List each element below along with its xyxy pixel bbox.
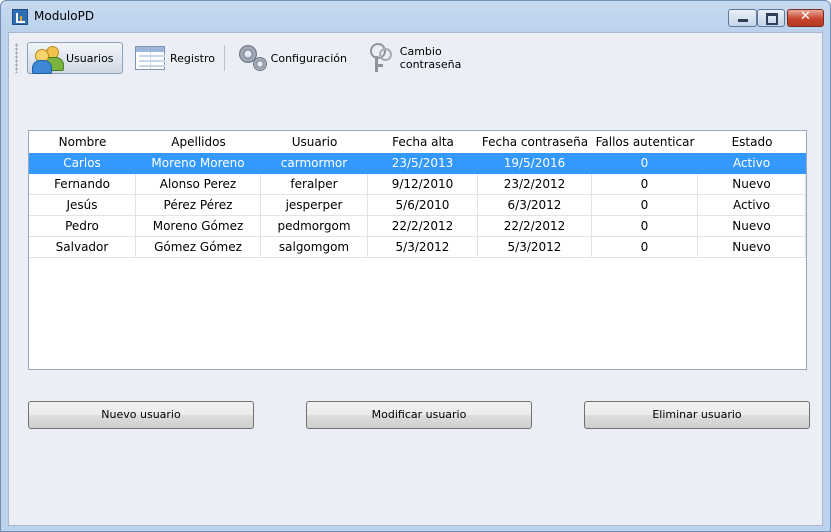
close-button[interactable]: ✕ (787, 9, 824, 27)
table-row[interactable]: Fernando Alonso Perez feralper 9/12/2010… (29, 174, 806, 195)
cell-apellidos: Gómez Gómez (136, 237, 261, 258)
toolbar: Usuarios Registro Configuración Cambio c… (9, 33, 822, 83)
toolbar-configuracion-label: Configuración (270, 51, 347, 65)
maximize-button[interactable] (757, 9, 785, 27)
keys-icon (364, 42, 394, 74)
column-header-estado[interactable]: Estado (698, 135, 806, 149)
cell-fecha-alta: 23/5/2013 (368, 153, 478, 174)
toolbar-cambio-contrasena-button[interactable]: Cambio contraseña (360, 42, 510, 74)
cell-apellidos: Pérez Pérez (136, 195, 261, 216)
table-row[interactable]: Salvador Gómez Gómez salgomgom 5/3/2012 … (29, 237, 806, 258)
app-window: ModuloPD ✕ Usuarios Registro Configuraci… (0, 0, 831, 532)
cell-usuario: pedmorgom (261, 216, 368, 237)
cell-nombre: Salvador (29, 237, 136, 258)
column-header-fecha-alta[interactable]: Fecha alta (368, 135, 478, 149)
cell-fecha-contrasena: 19/5/2016 (478, 153, 592, 174)
table-row[interactable]: Jesús Pérez Pérez jesperper 5/6/2010 6/3… (29, 195, 806, 216)
nuevo-usuario-button[interactable]: Nuevo usuario (28, 401, 254, 429)
column-header-usuario[interactable]: Usuario (261, 135, 368, 149)
users-icon (32, 44, 64, 74)
cell-estado: Nuevo (698, 237, 806, 258)
cell-nombre: Carlos (29, 153, 136, 174)
cell-usuario: feralper (261, 174, 368, 195)
column-header-nombre[interactable]: Nombre (29, 135, 136, 149)
cell-fallos-autenticar: 0 (592, 237, 698, 258)
registry-table-icon (135, 46, 165, 70)
column-header-apellidos[interactable]: Apellidos (136, 135, 261, 149)
cell-fecha-contrasena: 22/2/2012 (478, 216, 592, 237)
minimize-button[interactable] (728, 9, 757, 27)
users-table[interactable]: Nombre Apellidos Usuario Fecha alta Fech… (28, 130, 807, 370)
cell-estado: Nuevo (698, 174, 806, 195)
toolbar-usuarios-label: Usuarios (66, 51, 114, 65)
column-header-fallos-autenticar[interactable]: Fallos autenticar (592, 135, 698, 149)
cell-fecha-alta: 5/6/2010 (368, 195, 478, 216)
cell-fecha-contrasena: 23/2/2012 (478, 174, 592, 195)
cell-apellidos: Moreno Gómez (136, 216, 261, 237)
eliminar-usuario-button[interactable]: Eliminar usuario (584, 401, 810, 429)
app-icon (12, 9, 28, 25)
toolbar-registro-button[interactable]: Registro (131, 42, 219, 74)
toolbar-registro-label: Registro (169, 51, 215, 65)
toolbar-grip[interactable] (15, 43, 18, 73)
cell-fecha-alta: 5/3/2012 (368, 237, 478, 258)
window-title: ModuloPD (34, 9, 95, 23)
cell-fecha-alta: 22/2/2012 (368, 216, 478, 237)
cell-usuario: salgomgom (261, 237, 368, 258)
title-bar[interactable]: ModuloPD ✕ (1, 1, 830, 31)
minimize-icon (738, 19, 748, 22)
column-header-fecha-contrasena[interactable]: Fecha contraseña (478, 135, 592, 149)
toolbar-usuarios-button[interactable]: Usuarios (27, 42, 123, 74)
cell-estado: Nuevo (698, 216, 806, 237)
cell-fecha-alta: 9/12/2010 (368, 174, 478, 195)
cell-fallos-autenticar: 0 (592, 195, 698, 216)
cell-nombre: Fernando (29, 174, 136, 195)
modificar-usuario-button[interactable]: Modificar usuario (306, 401, 532, 429)
cell-fallos-autenticar: 0 (592, 153, 698, 174)
cell-nombre: Jesús (29, 195, 136, 216)
table-header: Nombre Apellidos Usuario Fecha alta Fech… (29, 131, 806, 153)
close-icon: ✕ (800, 9, 811, 24)
cell-fallos-autenticar: 0 (592, 216, 698, 237)
client-area: Usuarios Registro Configuración Cambio c… (8, 32, 823, 526)
toolbar-cambio-contrasena-label: Cambio contraseña (399, 45, 462, 71)
cell-apellidos: Alonso Perez (136, 174, 261, 195)
maximize-icon (766, 13, 778, 25)
cell-estado: Activo (698, 153, 806, 174)
cell-fallos-autenticar: 0 (592, 174, 698, 195)
toolbar-separator (224, 45, 225, 71)
cell-usuario: jesperper (261, 195, 368, 216)
table-row[interactable]: Pedro Moreno Gómez pedmorgom 22/2/2012 2… (29, 216, 806, 237)
cell-estado: Activo (698, 195, 806, 216)
cell-nombre: Pedro (29, 216, 136, 237)
gears-icon (235, 43, 267, 73)
table-row[interactable]: Carlos Moreno Moreno carmormor 23/5/2013… (29, 153, 806, 174)
cell-fecha-contrasena: 5/3/2012 (478, 237, 592, 258)
cell-fecha-contrasena: 6/3/2012 (478, 195, 592, 216)
cell-usuario: carmormor (261, 153, 368, 174)
cell-apellidos: Moreno Moreno (136, 153, 261, 174)
toolbar-configuracion-button[interactable]: Configuración (231, 42, 351, 74)
